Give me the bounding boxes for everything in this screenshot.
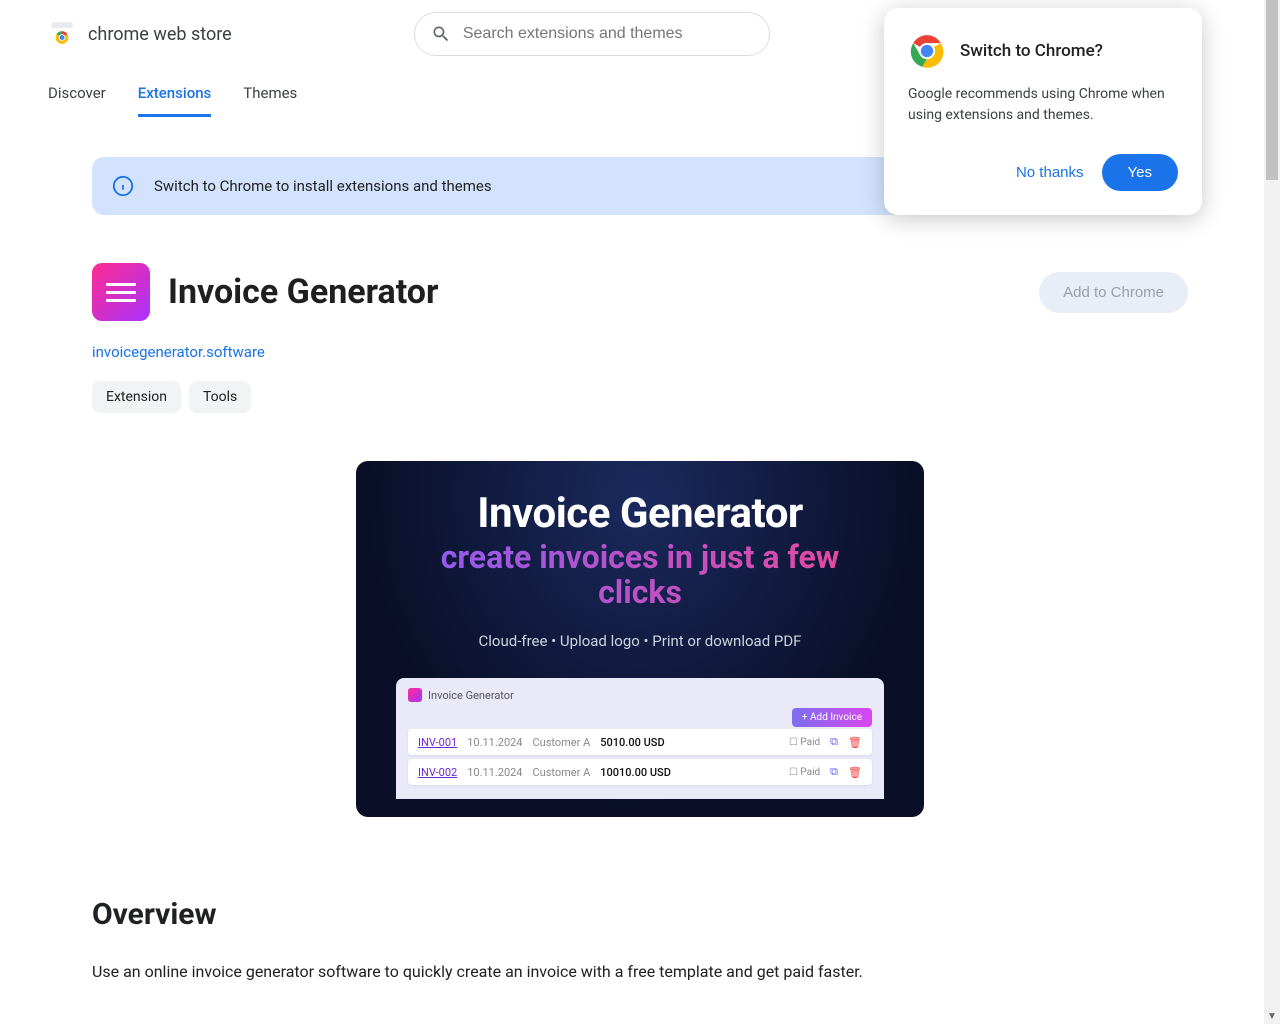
promo-title: Invoice Generator (396, 489, 884, 538)
overview-heading: Overview (92, 897, 1188, 932)
popup-body: Google recommends using Chrome when usin… (908, 84, 1178, 126)
promo-app-preview: Invoice Generator + Add Invoice INV-001 … (396, 678, 884, 799)
chrome-logo-icon (908, 32, 946, 70)
chip-extension[interactable]: Extension (92, 381, 181, 413)
scrollbar-track[interactable]: ▲ ▼ (1264, 0, 1280, 1024)
promo-subtitle: create invoices in just a few clicks (396, 540, 884, 610)
trash-icon: 🗑 (848, 766, 862, 779)
store-logo-link[interactable]: chrome web store (48, 20, 232, 48)
scrollbar-thumb[interactable] (1266, 0, 1278, 180)
popup-yes-button[interactable]: Yes (1102, 154, 1178, 191)
extension-icon (92, 263, 150, 321)
trash-icon: 🗑 (848, 736, 862, 749)
scroll-down-arrow-icon[interactable]: ▼ (1264, 1008, 1280, 1024)
chrome-web-store-logo-icon (48, 20, 76, 48)
promo-mini-icon (408, 688, 422, 702)
popup-title: Switch to Chrome? (960, 41, 1103, 61)
tab-extensions[interactable]: Extensions (138, 76, 212, 117)
banner-text: Switch to Chrome to install extensions a… (154, 177, 492, 195)
extension-website-link[interactable]: invoicegenerator.software (92, 343, 265, 361)
promo-features: Cloud-free • Upload logo • Print or down… (396, 632, 884, 650)
copy-icon: ⧉ (830, 765, 838, 779)
promo-image[interactable]: Invoice Generator create invoices in jus… (356, 461, 924, 817)
copy-icon: ⧉ (830, 735, 838, 749)
chip-tools[interactable]: Tools (189, 381, 251, 413)
store-title: chrome web store (88, 24, 232, 45)
promo-invoice-row: INV-002 10.11.2024 Customer A 10010.00 U… (408, 759, 872, 785)
search-box[interactable] (414, 12, 770, 56)
info-icon (112, 175, 134, 197)
tab-discover[interactable]: Discover (48, 76, 106, 117)
add-to-chrome-button[interactable]: Add to Chrome (1039, 272, 1188, 313)
promo-invoice-row: INV-001 10.11.2024 Customer A 5010.00 US… (408, 729, 872, 755)
tab-themes[interactable]: Themes (243, 76, 297, 117)
extension-title: Invoice Generator (168, 272, 1021, 312)
search-input[interactable] (463, 25, 753, 43)
overview-description: Use an online invoice generator software… (92, 960, 1188, 984)
search-icon (431, 24, 451, 44)
promo-app-name: Invoice Generator (428, 689, 514, 702)
promo-add-invoice-button: + Add Invoice (792, 708, 872, 727)
popup-no-thanks-button[interactable]: No thanks (1016, 164, 1084, 181)
switch-to-chrome-popup: Switch to Chrome? Google recommends usin… (884, 8, 1202, 215)
